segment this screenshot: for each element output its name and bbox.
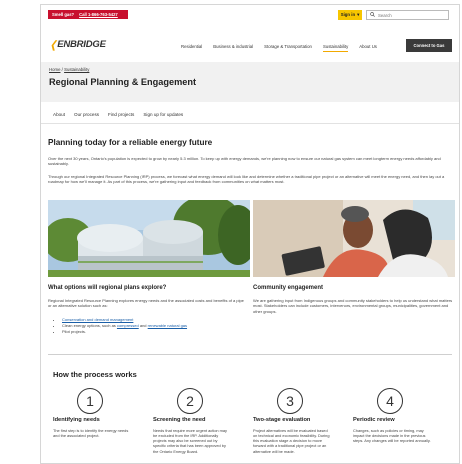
divider <box>41 123 459 124</box>
list-item: Clean energy options, such as compressed… <box>62 323 187 328</box>
page-header-band: Home / Sustainability Regional Planning … <box>41 62 459 102</box>
nav-item-about-us[interactable]: About Us <box>359 44 377 52</box>
list-item-text: and <box>139 322 147 328</box>
sign-in-button[interactable]: Sign in ▾ <box>338 10 362 20</box>
chevron-down-icon: ▾ <box>357 12 360 18</box>
breadcrumb-sustainability[interactable]: Sustainability <box>64 67 89 72</box>
breadcrumb: Home / Sustainability <box>49 67 89 73</box>
regional-plans-heading: What options will regional plans explore… <box>48 285 167 291</box>
community-engagement-text: We are gathering input from Indigenous g… <box>253 298 453 314</box>
step-number-icon: 3 <box>277 388 303 414</box>
search-icon <box>370 11 375 19</box>
regional-plans-text: Regional Integrated Resource Planning ex… <box>48 298 244 309</box>
renewable-natural-gas-link[interactable]: renewable natural gas <box>148 323 187 328</box>
step-description: Project alternatives will be evaluated b… <box>253 427 330 454</box>
connect-to-gas-button[interactable]: Connect to Gas <box>406 39 452 52</box>
nav-item-sustainability[interactable]: Sustainability <box>322 44 349 52</box>
step-description: Needs that require more urgent action ma… <box>153 427 227 454</box>
intro-paragraph-1: Over the next 30 years, Ontario's popula… <box>48 156 441 167</box>
options-list: Conservation and demand management Clean… <box>48 317 187 335</box>
nav-item-storage-transportation[interactable]: Storage & Transportation <box>264 44 312 52</box>
process-step: 2 Screening the need Needs that require mo… <box>153 388 231 454</box>
intro-paragraph-2: Through our regional Integrated Resource… <box>48 174 445 185</box>
list-item: Pilot projects. <box>62 329 187 334</box>
step-number-icon: 4 <box>377 388 403 414</box>
page-title: Regional Planning & Engagement <box>49 77 197 87</box>
divider <box>48 354 452 355</box>
step-description: Changes, such as policies or timing, may… <box>353 427 431 444</box>
community-engagement-heading: Community engagement <box>253 285 324 291</box>
breadcrumb-home[interactable]: Home <box>49 67 60 72</box>
step-number-icon: 1 <box>77 388 103 414</box>
process-heading: How the process works <box>53 370 137 379</box>
process-step: 1 Identifying needs The first step is to i… <box>53 388 131 438</box>
page-frame: Smell gas? Call 1-866-763-5427 Sign in ▾… <box>40 4 460 464</box>
step-title: Two-stage evaluation <box>253 417 311 423</box>
list-item-text: Clean energy options, such as <box>62 322 116 328</box>
process-step: 4 Periodic review Changes, such as policie… <box>353 388 431 443</box>
step-number-icon: 2 <box>177 388 203 414</box>
main-navigation: ❬ ENBRIDGE Residential Business & industr… <box>41 30 459 58</box>
step-title: Periodic review <box>353 417 395 423</box>
nav-item-business-industrial[interactable]: Business & industrial <box>213 44 253 52</box>
logo-text: ENBRIDGE <box>57 39 106 51</box>
list-item: Conservation and demand management <box>62 317 187 322</box>
smell-gas-banner[interactable]: Smell gas? Call 1-866-763-5427 <box>48 10 128 19</box>
community-engagement-image <box>253 200 455 277</box>
breadcrumb-separator: / <box>61 67 63 72</box>
step-title: Identifying needs <box>53 417 100 423</box>
biogas-plant-image <box>48 200 250 277</box>
subnav-item-find-projects[interactable]: Find projects <box>108 112 134 118</box>
conservation-link[interactable]: Conservation and demand management <box>62 317 133 322</box>
sign-in-label: Sign in <box>340 12 356 18</box>
subnav-item-sign-up-for-updates[interactable]: Sign up for updates <box>143 112 183 118</box>
subnav-item-our-process[interactable]: Our process <box>74 112 99 118</box>
subnav-item-about[interactable]: About <box>53 112 65 118</box>
compressed-link[interactable]: compressed <box>117 323 139 328</box>
process-step: 3 Two-stage evaluation Project alternative… <box>253 388 331 454</box>
utility-bar: Smell gas? Call 1-866-763-5427 Sign in ▾ <box>41 5 459 24</box>
search-input[interactable] <box>378 12 448 18</box>
step-description: The first step is to identify the energy… <box>53 427 129 438</box>
in-page-nav: About Our process Find projects Sign up for… <box>53 112 183 118</box>
section-heading: Planning today for a reliable energy fut… <box>48 138 213 147</box>
step-title: Screening the need <box>153 417 206 423</box>
search-box[interactable] <box>366 10 449 20</box>
smell-gas-label: Smell gas? <box>52 11 75 17</box>
enbridge-logo[interactable]: ❬ ENBRIDGE <box>49 39 106 53</box>
primary-nav-items: Residential Business & industrial Storage … <box>181 44 377 52</box>
emergency-phone-link[interactable]: Call 1-866-763-5427 <box>79 12 118 18</box>
nav-item-residential[interactable]: Residential <box>181 44 202 52</box>
logo-flame-icon: ❬ <box>49 40 58 51</box>
